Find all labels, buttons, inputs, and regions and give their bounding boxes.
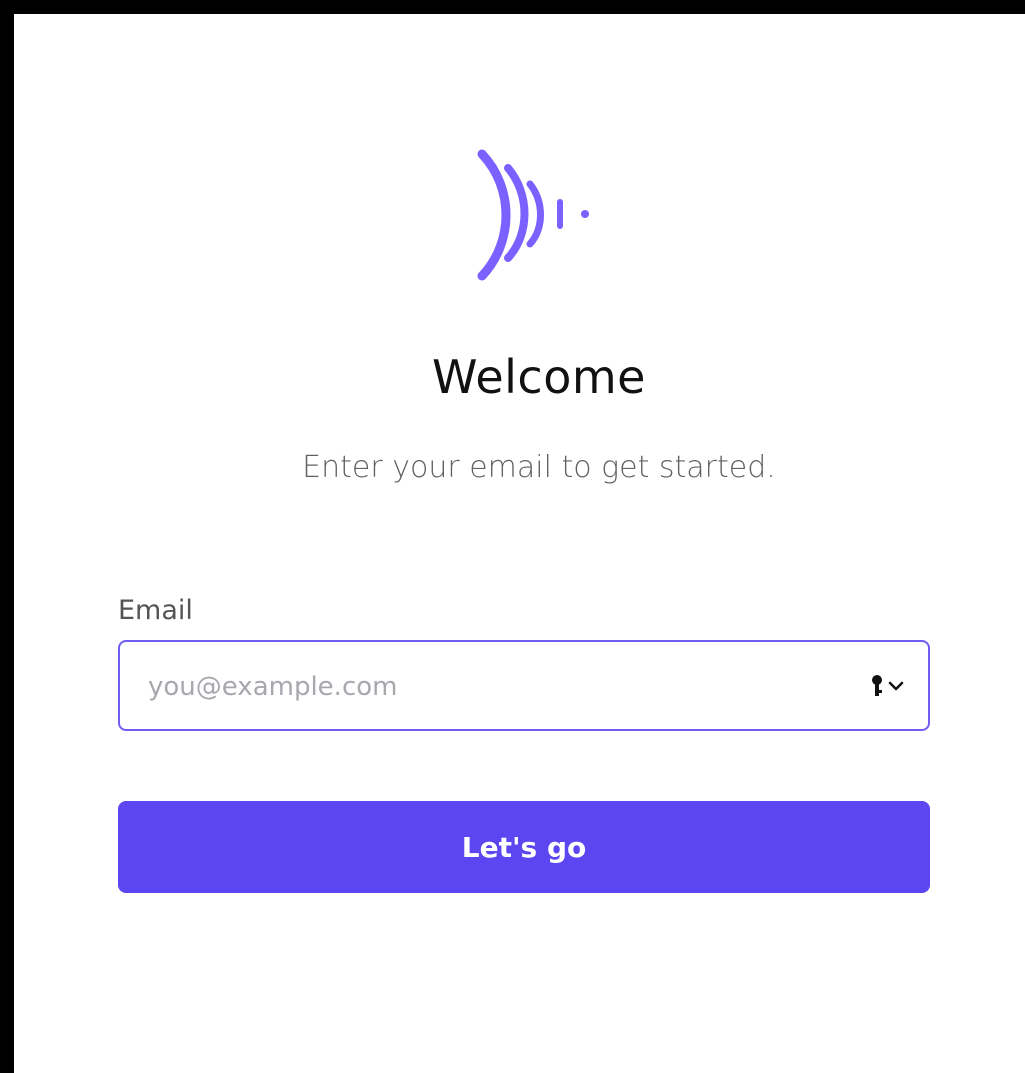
email-field[interactable] — [118, 640, 930, 731]
email-input[interactable] — [146, 642, 840, 731]
lets-go-button[interactable]: Let's go — [118, 801, 930, 893]
email-label: Email — [118, 595, 193, 626]
page-title: Welcome — [432, 350, 646, 404]
chevron-down-icon — [888, 680, 904, 692]
page-subtitle: Enter your email to get started. — [302, 450, 776, 485]
password-autofill-button[interactable] — [856, 668, 904, 704]
key-icon — [870, 674, 884, 698]
login-card: Welcome Enter your email to get started.… — [14, 14, 1025, 1073]
sound-wave-logo-icon — [462, 146, 612, 286]
